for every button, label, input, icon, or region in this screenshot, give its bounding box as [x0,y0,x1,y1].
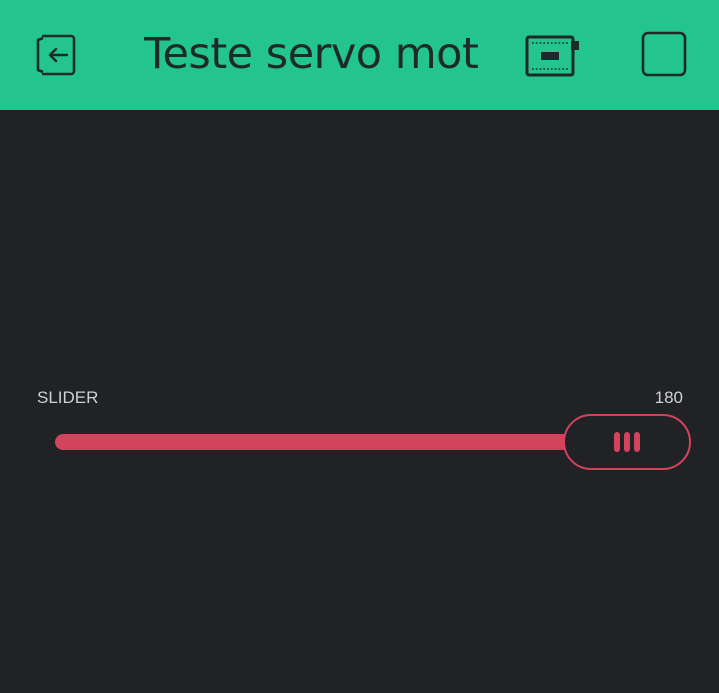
exit-project-button[interactable] [22,26,90,84]
device-board-icon [525,35,579,77]
device-button[interactable] [520,28,588,84]
slider-label: SLIDER [37,388,99,407]
app-screen: Teste servo motor SLIDER 180 [0,0,719,693]
slider-track-fill[interactable] [55,434,575,450]
app-header: Teste servo motor [0,0,719,110]
grip-icon [614,432,640,452]
stop-square-icon [641,31,687,77]
page-title: Teste servo motor [144,29,480,79]
slider-handle[interactable] [563,414,691,470]
slider-widget[interactable] [55,414,691,470]
exit-project-icon [34,34,76,76]
slider-value: 180 [654,388,683,407]
stop-button[interactable] [636,26,692,82]
